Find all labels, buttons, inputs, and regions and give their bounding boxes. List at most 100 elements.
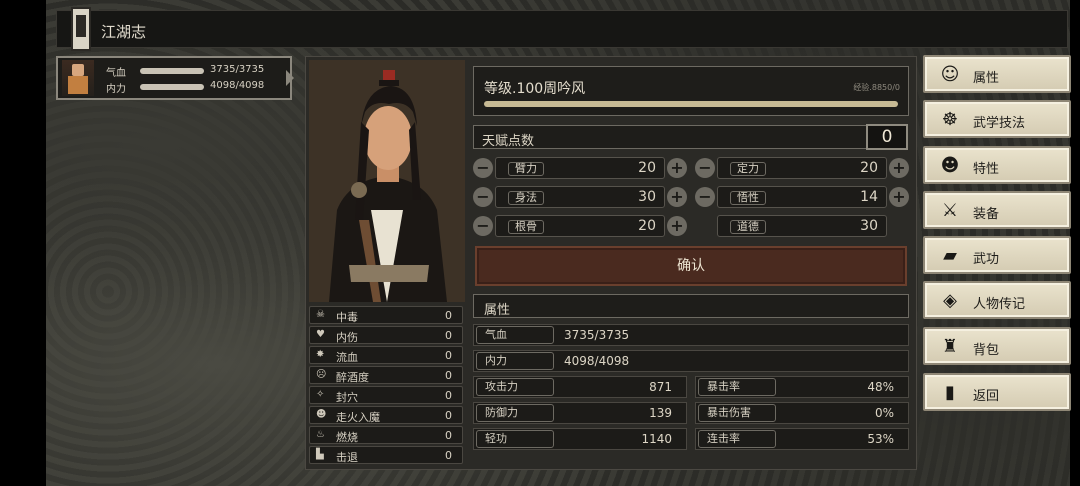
decrease-button[interactable]: − — [473, 187, 493, 207]
stat-label: 身法 — [508, 191, 544, 205]
attr-row-qinggong: 轻功 1140 — [473, 428, 687, 450]
menu-button-return[interactable]: ▮ 返回 — [923, 373, 1071, 411]
status-value: 0 — [445, 309, 452, 322]
attributes-title: 属性 — [484, 303, 511, 318]
menu-button-martial-skills[interactable]: ☸ 武学技法 — [923, 100, 1071, 138]
status-value: 0 — [445, 409, 452, 422]
increase-button[interactable]: + — [667, 187, 687, 207]
level-title: 等级.100周吟风 — [484, 81, 586, 97]
menu-button-attributes[interactable]: ☺ 属性 — [923, 55, 1071, 93]
status-effect-bleeding: ✸ 流血 0 — [309, 346, 463, 364]
stat-row-composure: − 定力 20 + — [695, 157, 909, 179]
decrease-button[interactable]: − — [695, 187, 715, 207]
attr-row-combo-rate: 连击率 53% — [695, 428, 909, 450]
status-effect-sealed-acupoint: ✧ 封穴 0 — [309, 386, 463, 404]
blood-drop-icon: ✸ — [316, 349, 325, 360]
menu-button-traits[interactable]: ☻ 特性 — [923, 146, 1071, 184]
stat-row-constitution: − 根骨 20 + — [473, 215, 687, 237]
stat-value: 30 — [860, 218, 878, 234]
attr-label: 攻击力 — [476, 378, 554, 396]
status-name: 醉酒度 — [336, 371, 369, 384]
menu-label: 属性 — [973, 71, 1000, 86]
confirm-button[interactable]: 确认 — [475, 246, 907, 286]
person-icon: ☺ — [940, 64, 960, 85]
stat-field: 臂力 20 — [495, 157, 665, 179]
attr-row-crit-damage: 暴击伤害 0% — [695, 402, 909, 424]
attr-label: 轻功 — [476, 430, 554, 448]
increase-button[interactable]: + — [889, 187, 909, 207]
decrease-button[interactable]: − — [473, 216, 493, 236]
status-effect-drunk: ☹ 醉酒度 0 — [309, 366, 463, 384]
attr-value: 4098/4098 — [564, 354, 630, 368]
decrease-button[interactable]: − — [695, 158, 715, 178]
attr-row-crit-rate: 暴击率 48% — [695, 376, 909, 398]
avatar — [62, 60, 94, 96]
menu-button-bag[interactable]: ♜ 背包 — [923, 327, 1071, 365]
attr-value: 1140 — [641, 432, 672, 446]
stat-label: 根骨 — [508, 220, 544, 234]
status-name: 走火入魔 — [336, 411, 380, 424]
menu-button-biography[interactable]: ◈ 人物传记 — [923, 281, 1071, 319]
increase-button[interactable]: + — [667, 216, 687, 236]
mp-bar — [140, 84, 204, 90]
increase-button[interactable]: + — [667, 158, 687, 178]
status-value: 0 — [445, 449, 452, 462]
status-value: 0 — [445, 329, 452, 342]
flame-icon: ♨ — [316, 429, 325, 440]
demon-face-icon: ☻ — [316, 409, 327, 420]
attr-value: 3735/3735 — [564, 328, 630, 342]
stat-field: 道德 30 — [717, 215, 887, 237]
status-name: 内伤 — [336, 331, 358, 344]
increase-button[interactable]: + — [889, 158, 909, 178]
trait-icon: ☻ — [940, 155, 960, 176]
status-value: 0 — [445, 349, 452, 362]
status-name: 中毒 — [336, 311, 358, 324]
broken-heart-icon: ♥ — [316, 329, 325, 340]
top-title-bar: 江湖志 — [56, 7, 1068, 51]
attr-label: 连击率 — [698, 430, 776, 448]
biography-icon: ◈ — [943, 290, 957, 311]
talent-points-row: 天赋点数 — [473, 125, 867, 149]
status-name: 击退 — [336, 451, 358, 464]
attributes-header: 属性 — [473, 294, 909, 318]
decrease-button[interactable]: − — [473, 158, 493, 178]
mp-label: 内力 — [106, 84, 126, 95]
menu-button-martial-arts[interactable]: ▰ 武功 — [923, 236, 1071, 274]
status-effect-internal-injury: ♥ 内伤 0 — [309, 326, 463, 344]
attr-row-defense: 防御力 139 — [473, 402, 687, 424]
menu-button-equipment[interactable]: ⚔ 装备 — [923, 191, 1071, 229]
stat-label: 道德 — [730, 220, 766, 234]
hp-value: 3735/3735 — [210, 64, 265, 75]
stat-label: 悟性 — [730, 191, 766, 205]
hp-bar — [140, 68, 204, 74]
hp-label: 气血 — [106, 68, 126, 79]
talent-points-label: 天赋点数 — [482, 134, 535, 149]
exp-bar — [484, 101, 898, 107]
stat-field: 根骨 20 — [495, 215, 665, 237]
stat-value: 20 — [638, 218, 656, 234]
status-effect-knockback: ▙ 击退 0 — [309, 446, 463, 464]
stat-value: 14 — [860, 189, 878, 205]
exp-text: 经验.8850/0 — [853, 83, 900, 92]
status-value: 0 — [445, 429, 452, 442]
stat-value: 30 — [638, 189, 656, 205]
status-name: 燃烧 — [336, 431, 358, 444]
character-hp-box[interactable]: 气血 3735/3735 内力 4098/4098 — [56, 56, 294, 100]
menu-label: 返回 — [973, 389, 1000, 404]
attr-value: 53% — [867, 432, 894, 446]
skull-icon: ☠ — [316, 309, 325, 320]
attr-label: 防御力 — [476, 404, 554, 422]
attr-value: 0% — [874, 406, 894, 420]
stat-field: 身法 30 — [495, 186, 665, 208]
bag-icon: ♜ — [941, 336, 959, 357]
status-name: 流血 — [336, 351, 358, 364]
book-icon[interactable] — [71, 7, 91, 51]
attr-label: 内力 — [476, 352, 554, 370]
page-title: 江湖志 — [101, 23, 147, 41]
drunk-face-icon: ☹ — [316, 369, 327, 380]
menu-label: 装备 — [973, 207, 1000, 222]
status-effect-burning: ♨ 燃烧 0 — [309, 426, 463, 444]
stat-value: 20 — [638, 160, 656, 176]
martial-skill-icon: ☸ — [941, 109, 959, 130]
status-value: 0 — [445, 369, 452, 382]
